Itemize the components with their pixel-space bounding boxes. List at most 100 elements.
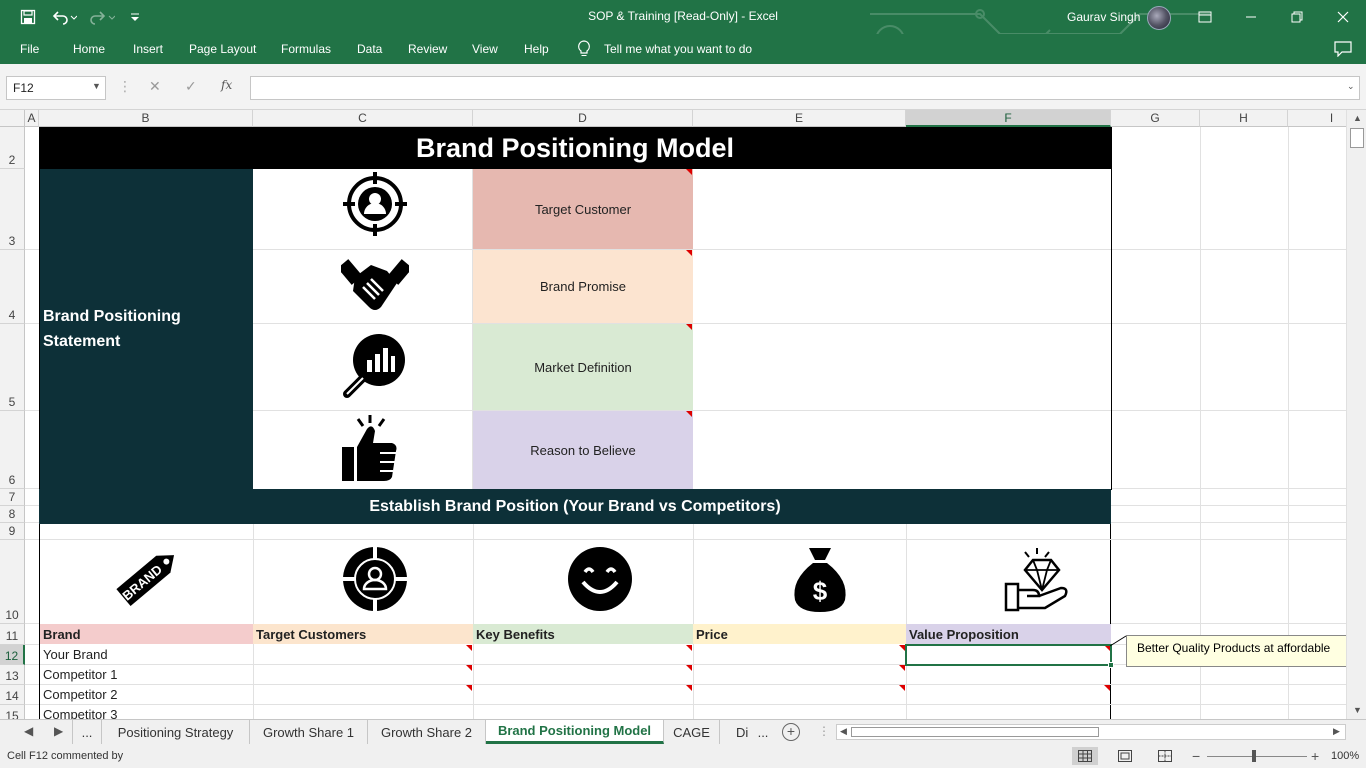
avatar[interactable]	[1147, 6, 1171, 30]
tab-formulas[interactable]: Formulas	[281, 42, 331, 56]
row-header-13[interactable]: 13	[0, 665, 25, 685]
row-header-7[interactable]: 7	[0, 489, 25, 506]
column-header-f[interactable]: F	[906, 110, 1111, 127]
scroll-right-icon[interactable]: ▶	[1333, 726, 1340, 737]
table-row-label[interactable]: Competitor 2	[40, 685, 253, 704]
name-box-dropdown-icon[interactable]: ▼	[92, 81, 101, 91]
comments-icon[interactable]	[1334, 41, 1352, 60]
zoom-level[interactable]: 100%	[1331, 750, 1359, 762]
scroll-up-icon[interactable]: ▲	[1353, 113, 1362, 123]
tab-home[interactable]: Home	[73, 42, 105, 56]
expand-formula-icon[interactable]: ⌄	[1347, 81, 1355, 92]
scroll-thumb[interactable]	[1350, 128, 1364, 148]
row-header-3[interactable]: 3	[0, 169, 25, 250]
brand-promise-cell[interactable]: Brand Promise	[473, 250, 693, 323]
restore-icon[interactable]	[1274, 4, 1320, 30]
row-header-6[interactable]: 6	[0, 411, 25, 489]
row-header-5[interactable]: 5	[0, 324, 25, 411]
lightbulb-icon[interactable]	[577, 40, 591, 61]
zoom-slider[interactable]	[1207, 756, 1307, 757]
ribbon-display-icon[interactable]	[1182, 4, 1228, 30]
column-header-c[interactable]: C	[253, 110, 473, 127]
user-name[interactable]: Gaurav Singh	[1067, 10, 1140, 24]
formula-input[interactable]	[250, 76, 1360, 100]
prev-sheet-icon[interactable]: ◀	[24, 724, 33, 738]
zoom-slider-knob[interactable]	[1252, 750, 1256, 762]
page-title[interactable]: Brand Positioning Model	[39, 127, 1111, 169]
sheet-tab-brand-positioning-model[interactable]: Brand Positioning Model	[486, 720, 664, 744]
tell-me-search[interactable]: Tell me what you want to do	[604, 42, 752, 56]
row-header-12[interactable]: 12	[0, 645, 25, 665]
insert-function-icon[interactable]: fx	[221, 78, 232, 92]
enter-icon[interactable]: ✓	[185, 78, 197, 95]
column-header-a[interactable]: A	[25, 110, 39, 127]
column-header-e[interactable]: E	[693, 110, 906, 127]
page-break-view-icon[interactable]	[1152, 747, 1178, 765]
tab-insert[interactable]: Insert	[133, 42, 163, 56]
tab-help[interactable]: Help	[524, 42, 549, 56]
next-sheet-icon[interactable]: ▶	[54, 724, 63, 738]
sheet-tab-positioning-strategy[interactable]: Positioning Strategy	[102, 720, 250, 744]
row-header-8[interactable]: 8	[0, 506, 25, 523]
splitter-icon[interactable]: ⋮	[118, 78, 132, 95]
table-row-label[interactable]: Your Brand	[40, 645, 253, 664]
horizontal-scroll-thumb[interactable]	[851, 727, 1099, 737]
row-header-15[interactable]: 15	[0, 705, 25, 719]
comment-popup[interactable]: Better Quality Products at affordable	[1126, 635, 1346, 667]
close-icon[interactable]	[1320, 4, 1366, 30]
header-key-benefits[interactable]: Key Benefits	[473, 624, 693, 644]
row-header-4[interactable]: 4	[0, 250, 25, 324]
minimize-icon[interactable]	[1228, 4, 1274, 30]
column-header-g[interactable]: G	[1111, 110, 1200, 127]
column-header-i[interactable]: I	[1288, 110, 1346, 127]
column-header-b[interactable]: B	[39, 110, 253, 127]
row-header-2[interactable]: 2	[0, 127, 25, 169]
sheet-tab-cage[interactable]: CAGE	[664, 720, 720, 744]
tab-review[interactable]: Review	[408, 42, 447, 56]
scroll-left-icon[interactable]: ◀	[840, 726, 847, 737]
tab-data[interactable]: Data	[357, 42, 382, 56]
scroll-down-icon[interactable]: ▼	[1353, 705, 1362, 715]
gridline	[253, 323, 473, 324]
vertical-scrollbar[interactable]: ▲ ▼	[1346, 110, 1366, 719]
worksheet-grid[interactable]: A B C D E F G H I 2 3 4 5 6 7 8 9 10 11 …	[0, 110, 1346, 719]
header-target-customers[interactable]: Target Customers	[253, 624, 473, 644]
brand-positioning-statement[interactable]: Brand Positioning Statement	[39, 169, 253, 489]
sheet-tab-growth-share-2[interactable]: Growth Share 2	[368, 720, 486, 744]
sheet-tab-di[interactable]: Di	[720, 720, 748, 744]
zoom-out-icon[interactable]: −	[1192, 748, 1200, 764]
market-definition-cell[interactable]: Market Definition	[473, 324, 693, 410]
row-header-9[interactable]: 9	[0, 523, 25, 540]
header-value-proposition[interactable]: Value Proposition	[906, 624, 1111, 644]
name-box[interactable]: F12	[6, 76, 106, 100]
column-header-h[interactable]: H	[1200, 110, 1288, 127]
zoom-in-icon[interactable]: +	[1311, 748, 1319, 764]
add-sheet-button[interactable]: +	[782, 723, 800, 741]
fill-handle[interactable]	[1108, 662, 1114, 668]
header-brand[interactable]: Brand	[40, 624, 253, 644]
cancel-icon[interactable]: ✕	[149, 78, 161, 95]
tab-file[interactable]: File	[20, 42, 39, 56]
table-row-label[interactable]: Competitor 1	[40, 665, 253, 684]
establish-brand-position-header[interactable]: Establish Brand Position (Your Brand vs …	[39, 489, 1111, 524]
table-row-label[interactable]: Competitor 3	[40, 705, 253, 719]
reason-to-believe-cell[interactable]: Reason to Believe	[473, 411, 693, 489]
target-customer-cell[interactable]: Target Customer	[473, 169, 693, 249]
more-sheets-left[interactable]: ...	[72, 720, 102, 744]
tab-splitter-icon[interactable]: ⋮	[818, 724, 830, 738]
normal-view-icon[interactable]	[1072, 747, 1098, 765]
sheet-tab-growth-share-1[interactable]: Growth Share 1	[250, 720, 368, 744]
row-header-10[interactable]: 10	[0, 540, 25, 624]
column-header-d[interactable]: D	[473, 110, 693, 127]
horizontal-scrollbar[interactable]: ◀ ▶	[836, 724, 1346, 740]
selected-cell-f12[interactable]	[905, 644, 1112, 666]
tab-view[interactable]: View	[472, 42, 498, 56]
row-header-14[interactable]: 14	[0, 685, 25, 705]
select-all-corner[interactable]	[0, 110, 25, 127]
row-header-11[interactable]: 11	[0, 624, 25, 645]
tab-page-layout[interactable]: Page Layout	[189, 42, 256, 56]
more-sheets-right[interactable]: ...	[752, 720, 774, 744]
statement-input-area[interactable]	[693, 169, 1111, 489]
header-price[interactable]: Price	[693, 624, 906, 644]
page-layout-view-icon[interactable]	[1112, 747, 1138, 765]
